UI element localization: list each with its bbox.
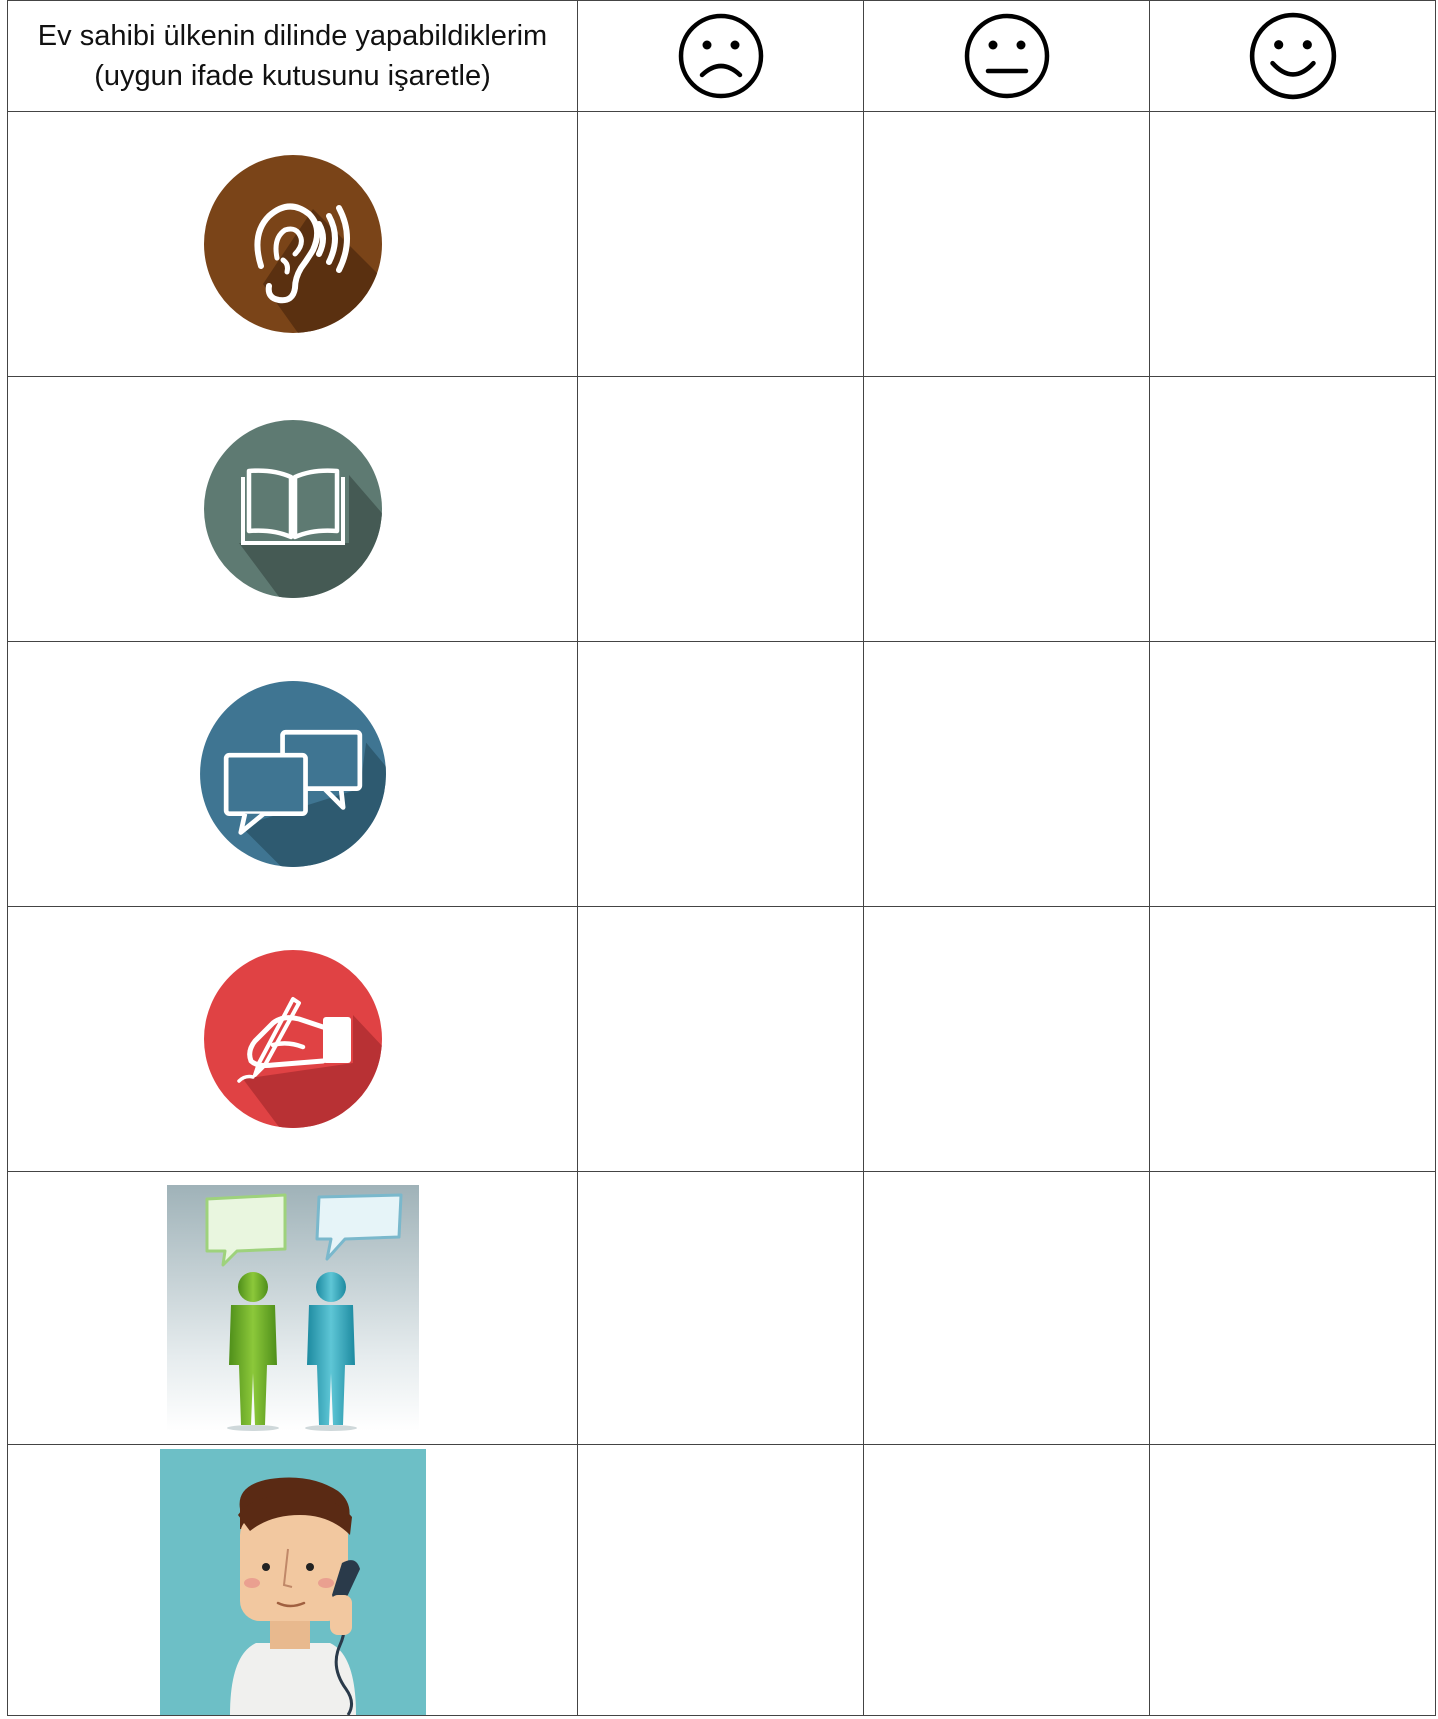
row-listening xyxy=(7,111,1436,377)
rating-cell-happy[interactable] xyxy=(1149,906,1436,1172)
header-row: Ev sahibi ülkenin dilinde yapabildikleri… xyxy=(7,0,1436,112)
rating-cell-neutral[interactable] xyxy=(863,1171,1150,1445)
man-on-phone-icon xyxy=(159,1449,426,1715)
people-talking-icon xyxy=(166,1185,419,1431)
skill-icon-cell xyxy=(7,376,578,642)
self-assessment-table: Ev sahibi ülkenin dilinde yapabildikleri… xyxy=(7,0,1436,1716)
rating-cell-happy[interactable] xyxy=(1149,1171,1436,1445)
row-writing xyxy=(7,906,1436,1172)
header-neutral-cell xyxy=(863,0,1150,112)
row-reading xyxy=(7,376,1436,642)
header-instruction: (uygun ifade kutusunu işaretle) xyxy=(94,60,491,92)
rating-cell-sad[interactable] xyxy=(577,111,864,377)
worksheet: Ev sahibi ülkenin dilinde yapabildikleri… xyxy=(7,0,1436,1716)
listening-ear-icon xyxy=(203,155,382,333)
row-dialogue xyxy=(7,1171,1436,1445)
skill-icon-cell xyxy=(7,111,578,377)
skill-icon-cell xyxy=(7,1444,578,1716)
rating-cell-sad[interactable] xyxy=(577,1444,864,1716)
rating-cell-sad[interactable] xyxy=(577,641,864,907)
rating-cell-neutral[interactable] xyxy=(863,641,1150,907)
rating-cell-neutral[interactable] xyxy=(863,111,1150,377)
header-sad-cell xyxy=(577,0,864,112)
open-book-icon xyxy=(203,420,382,598)
rating-cell-happy[interactable] xyxy=(1149,1444,1436,1716)
skill-icon-cell xyxy=(7,641,578,907)
rating-cell-sad[interactable] xyxy=(577,376,864,642)
speech-bubbles-icon xyxy=(199,681,386,867)
rating-cell-happy[interactable] xyxy=(1149,641,1436,907)
neutral-face-icon xyxy=(964,13,1049,99)
header-happy-cell xyxy=(1149,0,1436,112)
rating-cell-sad[interactable] xyxy=(577,906,864,1172)
header-label-cell: Ev sahibi ülkenin dilinde yapabildikleri… xyxy=(7,0,578,112)
header-title: Ev sahibi ülkenin dilinde yapabildikleri… xyxy=(37,20,548,52)
rating-cell-sad[interactable] xyxy=(577,1171,864,1445)
row-phone-call xyxy=(7,1444,1436,1716)
rating-cell-neutral[interactable] xyxy=(863,376,1150,642)
rating-cell-happy[interactable] xyxy=(1149,111,1436,377)
row-conversation xyxy=(7,641,1436,907)
sad-face-icon xyxy=(678,13,763,99)
rating-cell-neutral[interactable] xyxy=(863,906,1150,1172)
skill-icon-cell xyxy=(7,1171,578,1445)
writing-hand-icon xyxy=(203,950,382,1128)
skill-icon-cell xyxy=(7,906,578,1172)
rating-cell-happy[interactable] xyxy=(1149,376,1436,642)
rating-cell-neutral[interactable] xyxy=(863,1444,1150,1716)
happy-face-icon xyxy=(1249,12,1336,100)
